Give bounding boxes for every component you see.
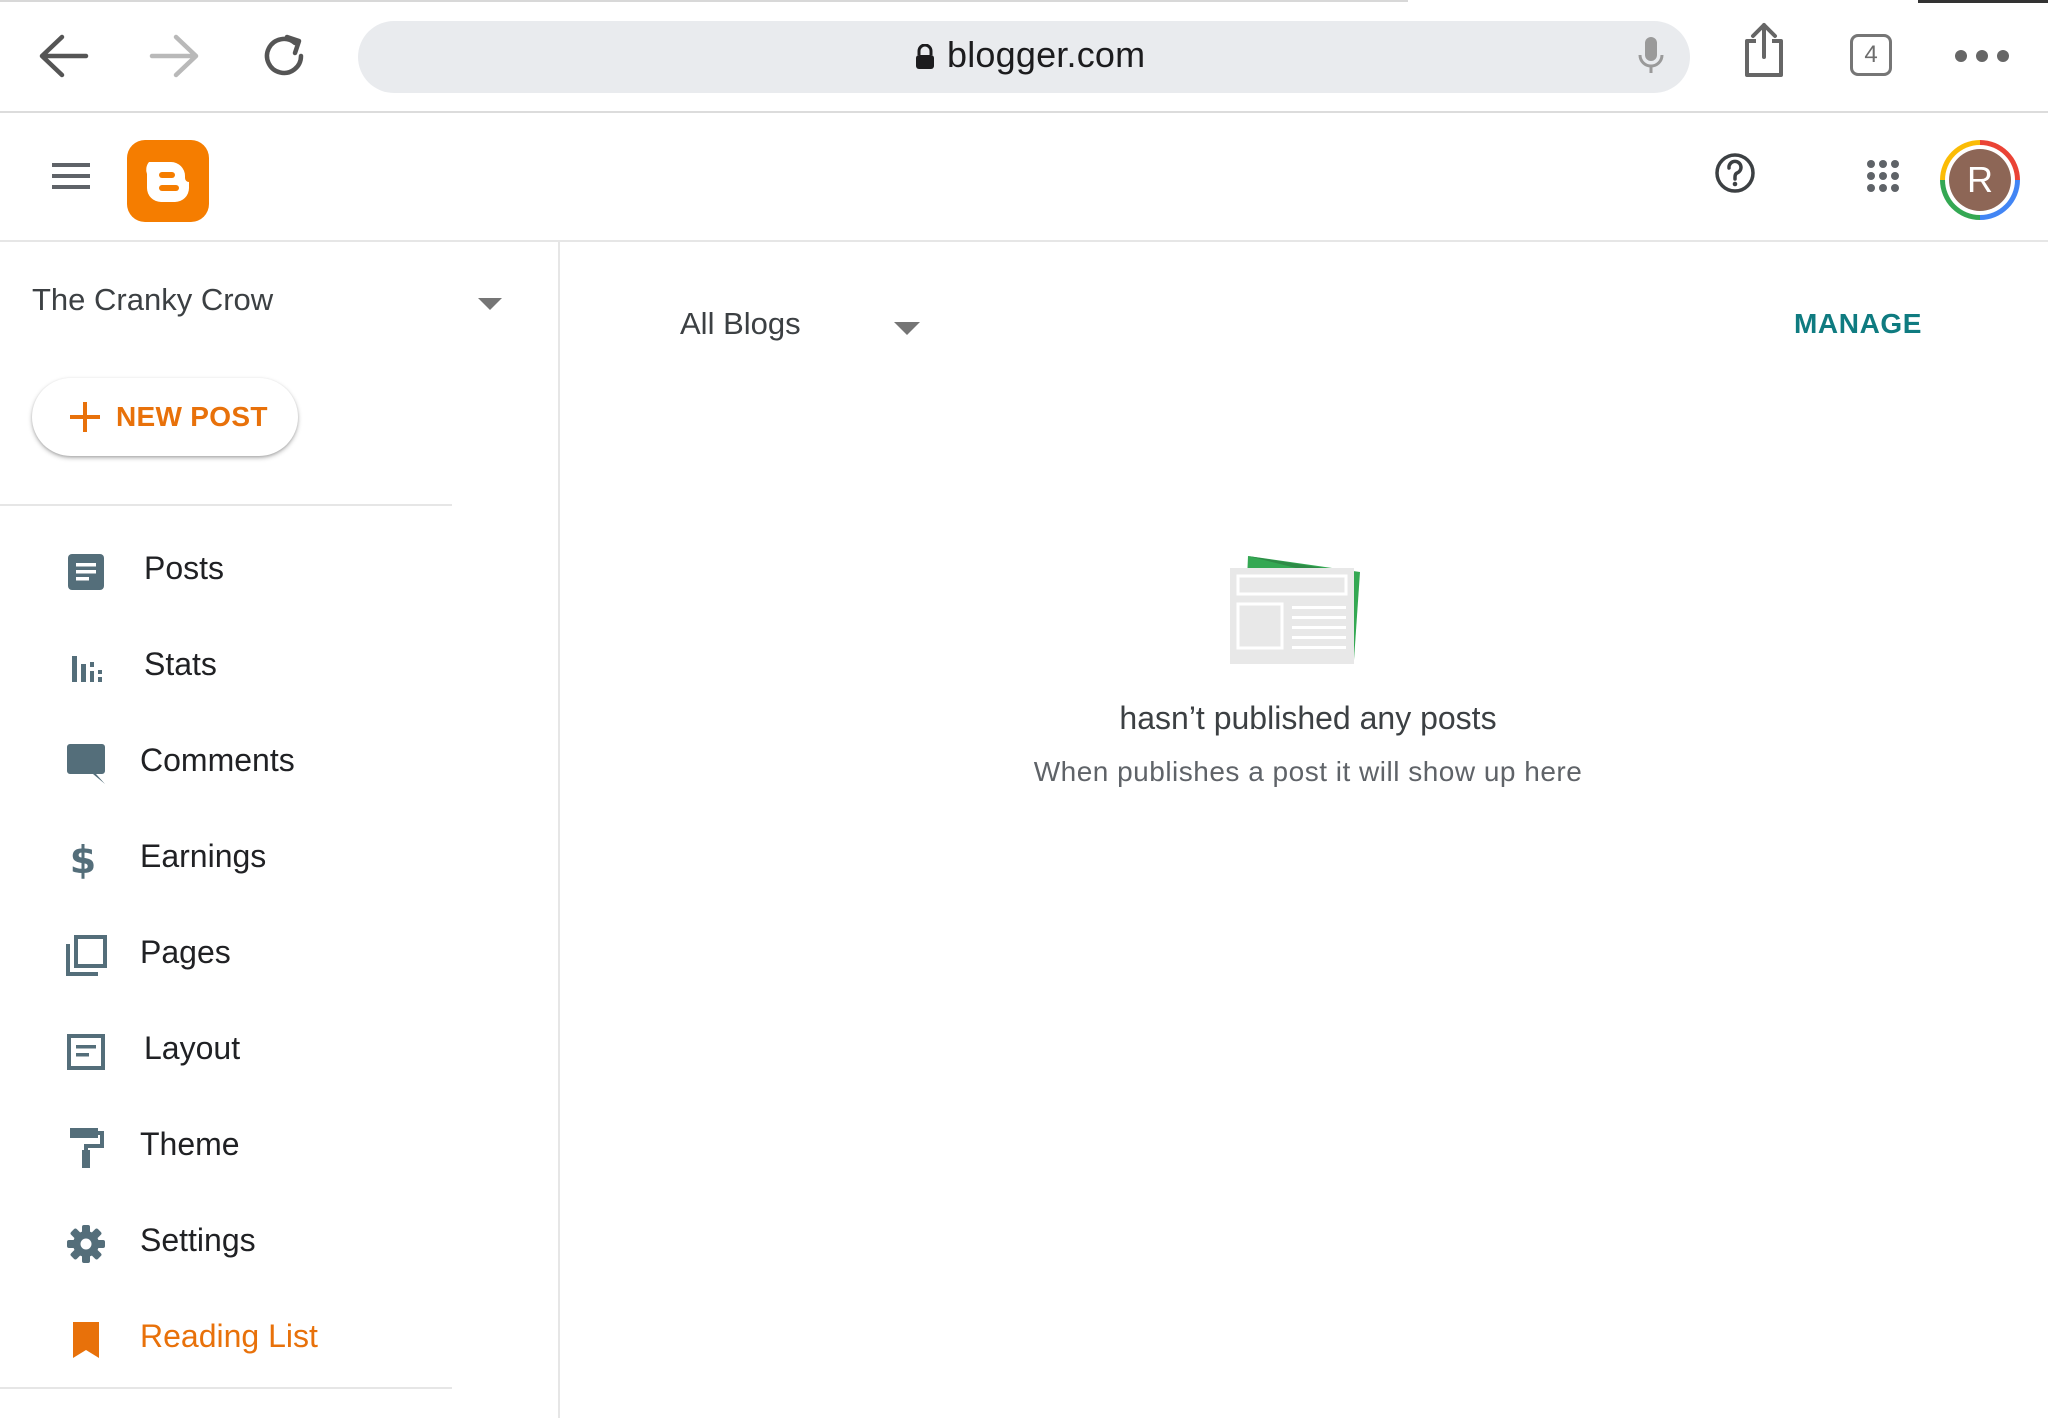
newspaper-icon <box>1230 556 1360 664</box>
browser-toolbar: blogger.com 4 <box>0 0 2048 113</box>
blogger-logo-icon <box>127 140 209 222</box>
pages-icon <box>62 932 110 980</box>
empty-state-title: hasn’t published any posts <box>1119 700 1497 736</box>
avatar-initial: R <box>1949 149 2011 211</box>
microphone-icon[interactable] <box>1638 33 1664 79</box>
hamburger-menu-icon <box>52 163 90 189</box>
sidebar-item-reading-list[interactable]: Reading List <box>0 1298 452 1378</box>
sidebar-item-settings[interactable]: Settings <box>0 1202 452 1282</box>
new-post-button[interactable]: NEW POST <box>32 378 298 456</box>
app-header: R <box>0 113 2048 242</box>
empty-state-subtitle: When publishes a post it will show up he… <box>1033 756 1583 787</box>
sidebar-item-comments[interactable]: Comments <box>0 722 452 802</box>
url-text: blogger.com <box>947 34 1146 75</box>
forward-button[interactable] <box>146 28 202 84</box>
dropdown-caret-icon <box>894 322 920 335</box>
empty-state-illustration <box>1224 552 1368 673</box>
sidebar-item-label: Earnings <box>140 838 267 874</box>
page-load-indicator <box>0 0 1408 2</box>
dropdown-caret-icon <box>478 298 502 310</box>
blogger-logo[interactable] <box>127 140 209 227</box>
back-button[interactable] <box>36 28 92 84</box>
reading-list-icon <box>62 1316 110 1364</box>
help-button[interactable] <box>1714 152 1756 199</box>
stats-icon <box>62 644 110 692</box>
apps-button[interactable] <box>1866 159 1900 198</box>
apps-grid-icon <box>1867 160 1899 192</box>
reload-icon <box>264 34 304 76</box>
sidebar-item-label: Layout <box>144 1030 241 1066</box>
main-content: All Blogs MANAGE hasn’t published any po… <box>560 242 2048 1418</box>
theme-icon <box>62 1124 110 1172</box>
account-avatar[interactable]: R <box>1940 140 2020 220</box>
reload-button[interactable] <box>256 28 312 84</box>
address-bar[interactable]: blogger.com <box>358 21 1690 93</box>
tabs-button[interactable]: 4 <box>1850 34 1892 76</box>
earnings-icon: $ <box>69 838 97 882</box>
sidebar-divider <box>0 1387 452 1389</box>
sidebar-item-label: Posts <box>144 550 225 586</box>
status-indicator <box>1918 0 2048 3</box>
plus-icon <box>70 402 100 432</box>
main-menu-button[interactable] <box>50 161 94 196</box>
posts-icon <box>62 548 110 596</box>
sidebar-item-label: Stats <box>144 646 217 682</box>
arrow-right-icon <box>149 34 199 78</box>
sidebar-item-stats[interactable]: Stats <box>0 626 452 706</box>
sidebar-divider <box>0 504 452 506</box>
sidebar-item-label: Comments <box>140 742 295 778</box>
sidebar-item-earnings[interactable]: $ Earnings <box>0 818 452 898</box>
sidebar-item-label: Theme <box>140 1126 240 1162</box>
more-menu-button[interactable] <box>1954 28 2010 84</box>
arrow-left-icon <box>39 34 89 78</box>
more-horizontal-icon <box>1955 50 2009 62</box>
sidebar-item-layout[interactable]: Layout <box>0 1010 452 1090</box>
new-post-label: NEW POST <box>116 401 268 432</box>
lock-icon <box>916 44 934 69</box>
sidebar-item-label: Reading List <box>140 1318 318 1354</box>
sidebar-item-label: Pages <box>140 934 231 970</box>
share-button[interactable] <box>1736 22 1792 78</box>
blog-filter-label: All Blogs <box>680 306 801 341</box>
sidebar-item-label: Settings <box>140 1222 256 1258</box>
sidebar-item-pages[interactable]: Pages <box>0 914 452 994</box>
sidebar-item-theme[interactable]: Theme <box>0 1106 452 1186</box>
layout-icon <box>62 1028 110 1076</box>
settings-icon <box>62 1220 110 1268</box>
help-icon <box>1715 153 1755 193</box>
manage-button[interactable]: MANAGE <box>1794 308 1922 340</box>
blog-name: The Cranky Crow <box>32 282 274 317</box>
sidebar-item-posts[interactable]: Posts <box>0 530 452 610</box>
share-icon <box>1745 23 1783 77</box>
comments-icon <box>62 740 110 788</box>
sidebar: The Cranky Crow NEW POST Posts Stats Com… <box>0 242 560 1418</box>
